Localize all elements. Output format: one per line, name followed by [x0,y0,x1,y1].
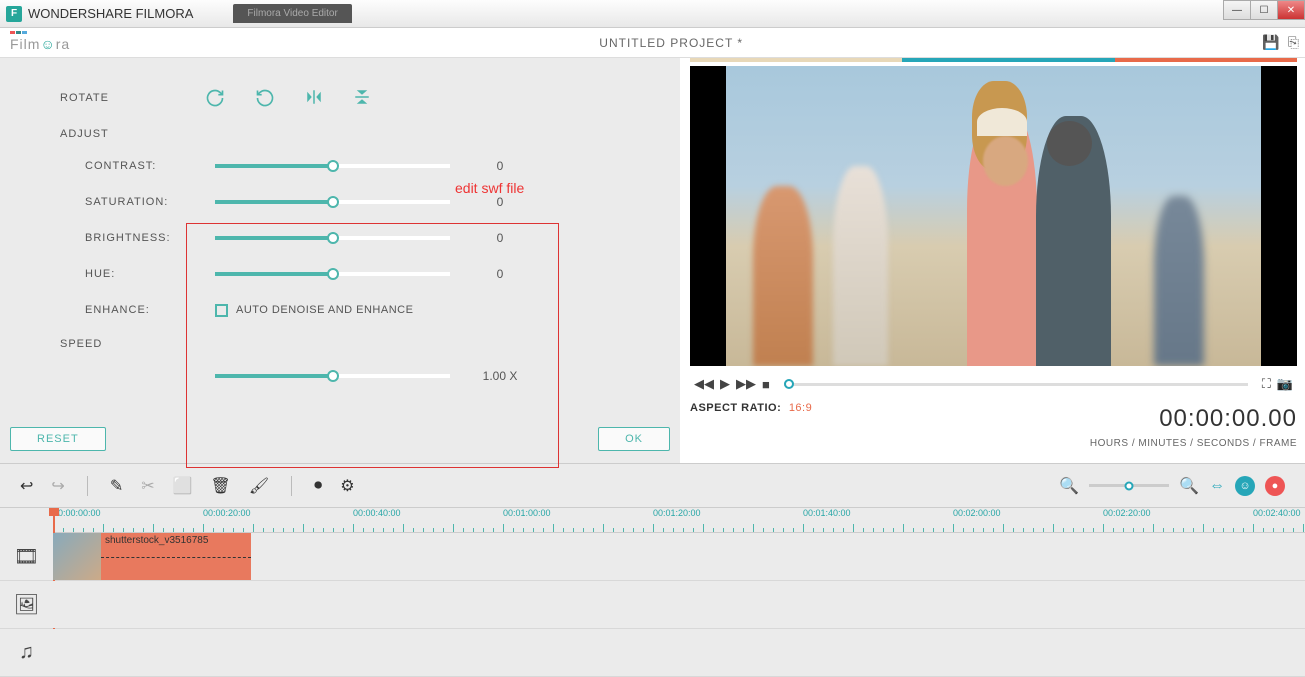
forward-icon[interactable]: ▶▶ [736,376,756,392]
zoom-out-icon[interactable]: 🔍 [1059,476,1079,496]
image-track-icon[interactable]: 🖼 [0,581,53,628]
rewind-icon[interactable]: ◀◀ [694,376,714,392]
video-track-icon[interactable]: 🎞 [0,533,53,580]
adjust-label: ADJUST [60,128,665,140]
close-button[interactable]: ✕ [1277,0,1305,20]
zoom-slider[interactable] [1089,484,1169,487]
saturation-label: SATURATION: [85,196,215,208]
enhance-text: AUTO DENOISE AND ENHANCE [236,304,413,316]
saturation-value: 0 [450,195,550,209]
ruler-tick: 00:01:00:00 [503,508,551,518]
ruler-tick: 00:02:40:00 [1253,508,1301,518]
ok-button[interactable]: OK [598,427,670,451]
ruler-tick: 00:01:20:00 [653,508,701,518]
audio-track[interactable] [53,629,1305,676]
record-badge-icon[interactable]: ● [1265,476,1285,496]
rotate-label: ROTATE [60,92,205,104]
project-title: UNTITLED PROJECT * [80,36,1262,50]
redo-icon[interactable]: ↪ [51,476,64,496]
aspect-value: 16:9 [789,402,812,414]
rotate-ccw-icon[interactable] [255,88,275,108]
video-preview [690,66,1297,366]
split-icon[interactable]: ✂ [141,476,154,496]
app-header: Film☺ra UNTITLED PROJECT * 💾 ⎘ [0,28,1305,58]
flip-horizontal-icon[interactable] [305,88,323,106]
background-tab[interactable]: Filmora Video Editor [233,4,351,23]
clip-thumbnail [53,533,101,580]
record-icon[interactable]: ⏺ [314,477,322,495]
color-icon[interactable]: 🖌 [249,476,269,496]
minimize-button[interactable]: — [1223,0,1251,20]
timeline: 00:00:00:00 00:00:20:00 00:00:40:00 00:01:0… [0,508,1305,673]
ruler-tick: 00:00:00:00 [53,508,101,518]
timecode-label: HOURS / MINUTES / SECONDS / FRAME [1090,438,1297,449]
preview-panel: ◀◀ ▶ ▶▶ ■ ⛶ 📷 ASPECT RATIO: 16:9 00:00:0… [680,58,1305,463]
annotation-text: edit swf file [455,180,524,196]
timecode: 00:00:00.00 [1159,405,1297,433]
speed-value: 1.00 X [450,369,550,383]
ruler-tick: 00:00:20:00 [203,508,251,518]
brightness-slider[interactable] [215,236,450,240]
brightness-value: 0 [450,231,550,245]
flip-vertical-icon[interactable] [353,88,371,106]
edit-icon[interactable]: ✎ [110,476,123,496]
speed-slider[interactable] [215,374,450,378]
edit-panel: ROTATE edit swf file ADJUST CONTRAST: 0 … [0,58,680,463]
hue-value: 0 [450,267,550,281]
ruler-tick: 00:01:40:00 [803,508,851,518]
fullscreen-icon[interactable]: ⛶ [1262,376,1271,392]
enhance-label: ENHANCE: [85,304,215,316]
ruler-tick: 00:00:40:00 [353,508,401,518]
help-icon[interactable]: ☺ [1235,476,1255,496]
play-icon[interactable]: ▶ [720,376,730,392]
contrast-value: 0 [450,159,550,173]
hue-label: HUE: [85,268,215,280]
window-titlebar: F WONDERSHARE FILMORA Filmora Video Edit… [0,0,1305,28]
delete-icon[interactable]: 🗑 [211,476,231,496]
maximize-button[interactable]: ☐ [1250,0,1278,20]
brightness-label: BRIGHTNESS: [85,232,215,244]
snapshot-icon[interactable]: 📷 [1277,376,1293,392]
reset-button[interactable]: RESET [10,427,106,451]
rotate-cw-icon[interactable] [205,88,225,108]
export-icon[interactable]: ⎘ [1288,34,1299,51]
enhance-checkbox[interactable] [215,304,228,317]
contrast-slider[interactable] [215,164,450,168]
speed-label: SPEED [60,338,665,350]
audio-track-icon[interactable]: ♫ [0,629,53,676]
timeline-toolbar: ↩ ↪ ✎ ✂ ⬜ 🗑 🖌 ⏺ ⚙ 🔍 🔍 ⇔ ☺ ● [0,463,1305,508]
app-title: WONDERSHARE FILMORA [28,6,193,21]
progress-slider[interactable] [784,383,1248,386]
settings-icon[interactable]: ⚙ [340,476,354,496]
timeline-ruler[interactable]: 00:00:00:00 00:00:20:00 00:00:40:00 00:01:0… [53,508,1305,533]
aspect-label: ASPECT RATIO: [690,402,781,414]
logo: Film☺ra [0,31,80,54]
clip-label: shutterstock_v3516785 [101,533,212,548]
video-track[interactable]: shutterstock_v3516785 [53,533,1305,580]
ruler-tick: 00:02:00:00 [953,508,1001,518]
save-icon[interactable]: 💾 [1262,34,1279,51]
image-track[interactable] [53,581,1305,628]
zoom-in-icon[interactable]: 🔍 [1179,476,1199,496]
video-clip[interactable]: shutterstock_v3516785 [53,533,251,580]
crop-icon[interactable]: ⬜ [173,476,193,496]
saturation-slider[interactable] [215,200,450,204]
hue-slider[interactable] [215,272,450,276]
contrast-label: CONTRAST: [85,160,215,172]
fit-icon[interactable]: ⇔ [1209,477,1225,495]
app-icon: F [6,6,22,22]
undo-icon[interactable]: ↩ [20,476,33,496]
stop-icon[interactable]: ■ [762,377,770,392]
ruler-tick: 00:02:20:00 [1103,508,1151,518]
